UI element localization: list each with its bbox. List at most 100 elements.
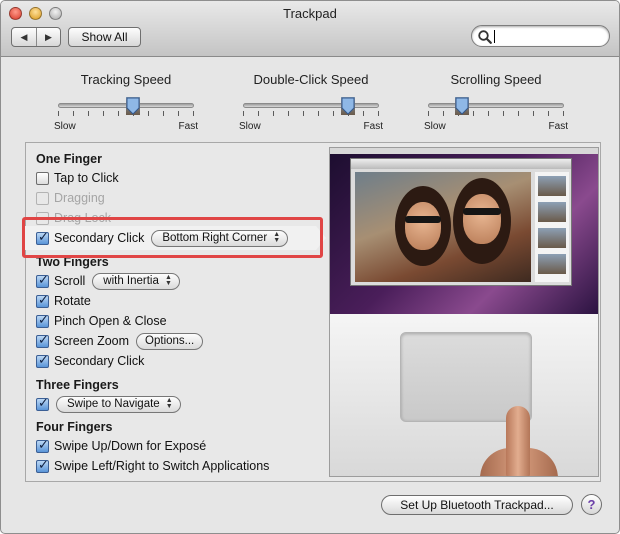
slider-thumb-icon[interactable] bbox=[126, 97, 140, 115]
one-finger-heading: One Finger bbox=[36, 152, 102, 166]
slider-tick bbox=[563, 111, 564, 116]
two-finger-secondary-click-label: Secondary Click bbox=[54, 354, 145, 368]
slider-thumb-icon[interactable] bbox=[341, 97, 355, 115]
help-button[interactable]: ? bbox=[581, 494, 602, 515]
slider-track[interactable] bbox=[243, 103, 379, 108]
popup-arrows-icon: ▲ ▼ bbox=[165, 396, 173, 410]
forward-button[interactable]: ▶ bbox=[36, 28, 60, 46]
slider-tick bbox=[273, 111, 274, 116]
back-forward-control: ◀ ▶ bbox=[11, 27, 61, 47]
thumbnail bbox=[538, 202, 566, 222]
secondary-click-checkbox[interactable] bbox=[36, 229, 49, 245]
tap-to-click-checkbox[interactable] bbox=[36, 171, 49, 185]
slider-tick bbox=[163, 111, 164, 116]
scrolling-speed-label: Scrolling Speed bbox=[450, 72, 542, 87]
scroll-popup-value: with Inertia bbox=[103, 275, 159, 287]
slider-max-label: Fast bbox=[548, 121, 568, 132]
expose-checkbox[interactable] bbox=[36, 437, 49, 453]
search-field[interactable] bbox=[471, 25, 610, 47]
slider-tick bbox=[318, 111, 319, 116]
set-up-bluetooth-trackpad-button[interactable]: Set Up Bluetooth Trackpad... bbox=[381, 495, 573, 515]
popup-arrows-icon: ▲ ▼ bbox=[164, 273, 172, 287]
tap-to-click-option[interactable]: Tap to Click bbox=[36, 169, 119, 187]
expose-option[interactable]: Swipe Up/Down for Exposé bbox=[36, 437, 206, 455]
trackpad-window: Trackpad ◀ ▶ Show All Tracking Speed Slo… bbox=[0, 0, 620, 534]
scroll-option[interactable]: Scroll with Inertia ▲▼ bbox=[36, 272, 180, 290]
scrolling-speed-slider[interactable]: Scrolling Speed Slow Fast bbox=[424, 71, 568, 132]
scroll-label: Scroll bbox=[54, 274, 86, 288]
tap-to-click-label: Tap to Click bbox=[54, 171, 119, 185]
scroll-popup[interactable]: with Inertia ▲ ▼ bbox=[92, 272, 180, 290]
secondary-click-label: Secondary Click bbox=[54, 231, 145, 245]
slider-min-label: Slow bbox=[239, 121, 261, 132]
slider-tick bbox=[503, 111, 504, 116]
thumbnail bbox=[538, 228, 566, 248]
expose-label: Swipe Up/Down for Exposé bbox=[54, 439, 207, 453]
screen-zoom-options-button[interactable]: Options... bbox=[136, 332, 204, 350]
thumbnail bbox=[538, 176, 566, 196]
preview-thumbnails bbox=[535, 172, 569, 282]
preview-photo bbox=[355, 172, 531, 282]
slider-min-label: Slow bbox=[424, 121, 446, 132]
pinch-label: Pinch Open & Close bbox=[54, 314, 167, 328]
slider-track[interactable] bbox=[428, 103, 564, 108]
slider-max-label: Fast bbox=[178, 121, 198, 132]
slider-tick bbox=[548, 111, 549, 116]
dragging-checkbox bbox=[36, 191, 49, 205]
three-finger-swipe-popup[interactable]: Swipe to Navigate ▲ ▼ bbox=[56, 395, 181, 413]
four-fingers-heading: Four Fingers bbox=[36, 420, 113, 434]
rotate-option[interactable]: Rotate bbox=[36, 292, 91, 310]
text-caret bbox=[494, 30, 495, 43]
title-bar: Trackpad ◀ ▶ Show All bbox=[1, 1, 619, 57]
show-all-button[interactable]: Show All bbox=[68, 27, 141, 47]
secondary-click-option[interactable]: Secondary Click Bottom Right Corner ▲▼ bbox=[36, 229, 289, 247]
slider-ticks bbox=[428, 111, 564, 117]
screen-zoom-checkbox[interactable] bbox=[36, 332, 49, 348]
screen-zoom-option[interactable]: Screen Zoom Options... bbox=[36, 332, 204, 350]
secondary-click-popup-value: Bottom Right Corner bbox=[162, 232, 268, 244]
preview-laptop bbox=[330, 314, 598, 476]
double-click-speed-label: Double-Click Speed bbox=[253, 72, 369, 87]
switch-apps-label: Swipe Left/Right to Switch Applications bbox=[54, 459, 270, 473]
slider-tick bbox=[178, 111, 179, 116]
pinch-checkbox[interactable] bbox=[36, 312, 49, 328]
gesture-preview bbox=[329, 147, 599, 477]
double-click-speed-slider[interactable]: Double-Click Speed Slow Fast bbox=[239, 71, 383, 132]
scroll-checkbox[interactable] bbox=[36, 272, 49, 288]
slider-tick bbox=[488, 111, 489, 116]
three-finger-swipe-popup-value: Swipe to Navigate bbox=[67, 398, 160, 410]
slider-tick bbox=[288, 111, 289, 116]
slider-max-label: Fast bbox=[363, 121, 383, 132]
dragging-option: Dragging bbox=[36, 189, 105, 207]
three-finger-swipe-checkbox[interactable] bbox=[36, 395, 49, 411]
tracking-speed-slider[interactable]: Tracking Speed Slow Fast bbox=[54, 71, 198, 132]
tracking-speed-label: Tracking Speed bbox=[80, 72, 172, 87]
search-icon bbox=[478, 30, 492, 44]
finger bbox=[506, 406, 530, 476]
pinch-option[interactable]: Pinch Open & Close bbox=[36, 312, 167, 330]
three-fingers-heading: Three Fingers bbox=[36, 378, 119, 392]
secondary-click-popup[interactable]: Bottom Right Corner ▲ ▼ bbox=[151, 229, 289, 247]
slider-tick bbox=[443, 111, 444, 116]
three-finger-swipe-option[interactable]: Swipe to Navigate ▲▼ bbox=[36, 395, 181, 413]
two-finger-secondary-click-checkbox[interactable] bbox=[36, 352, 49, 368]
switch-apps-checkbox[interactable] bbox=[36, 457, 49, 473]
rotate-checkbox[interactable] bbox=[36, 292, 49, 308]
slider-tick bbox=[148, 111, 149, 116]
switch-apps-option[interactable]: Swipe Left/Right to Switch Applications bbox=[36, 457, 269, 475]
two-finger-secondary-click-option[interactable]: Secondary Click bbox=[36, 352, 144, 370]
slider-tick bbox=[473, 111, 474, 116]
search-input[interactable] bbox=[494, 28, 604, 44]
slider-tick bbox=[73, 111, 74, 116]
preview-screen bbox=[330, 148, 598, 314]
popup-arrows-icon: ▲ ▼ bbox=[273, 230, 281, 244]
back-button[interactable]: ◀ bbox=[12, 28, 36, 46]
photo-face bbox=[405, 202, 441, 250]
photo-glasses bbox=[463, 208, 501, 215]
slider-thumb-icon[interactable] bbox=[455, 97, 469, 115]
slider-tick bbox=[333, 111, 334, 116]
slider-tick bbox=[118, 111, 119, 116]
gesture-options: One Finger Tap to Click Dragging Drag Lo… bbox=[26, 143, 328, 481]
thumbnail bbox=[538, 254, 566, 274]
slider-tick bbox=[378, 111, 379, 116]
